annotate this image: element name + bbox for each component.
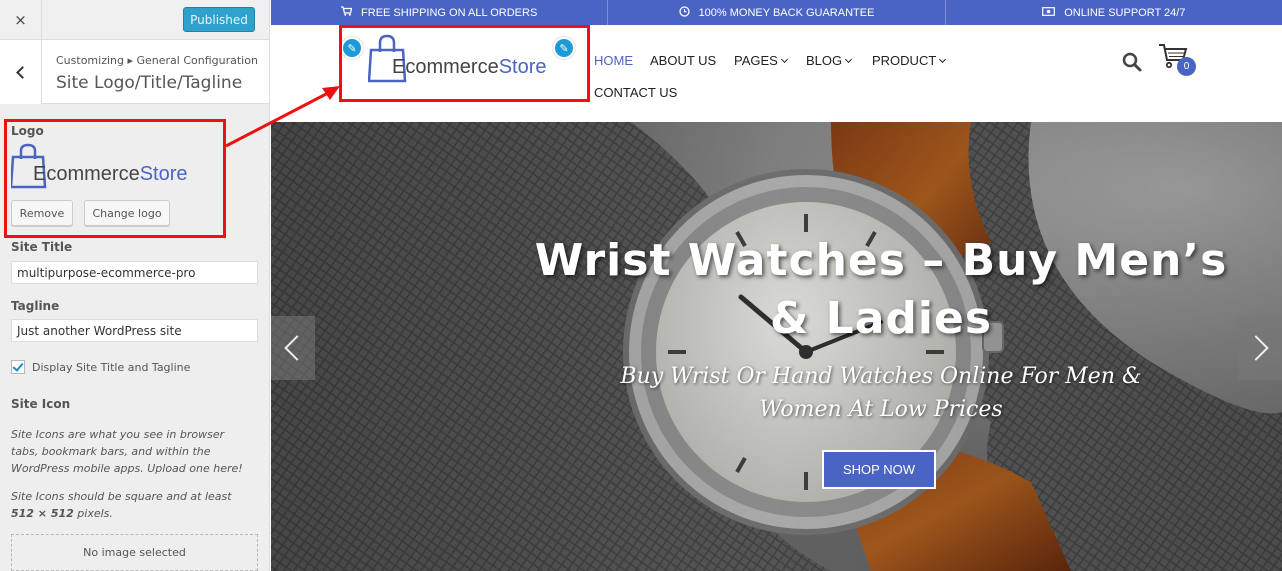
chevron-left-icon [16,65,29,79]
section-title: Site Logo/Title/Tagline [56,73,243,93]
chevron-down-icon [780,55,788,64]
hero-title: Wrist Watches – Buy Men’s & Ladies [534,235,1228,344]
back-button[interactable] [0,40,42,104]
nav-item-home[interactable]: HOME [594,53,633,68]
tagline-input[interactable]: Just another WordPress site [11,319,258,342]
customizer-sidebar: × Published Customizing ▸ General Config… [0,0,270,571]
topbar-item-guarantee: 100% MONEY BACK GUARANTEE [608,0,946,25]
top-info-bar: FREE SHIPPING ON ALL ORDERS 100% MONEY B… [271,0,1282,25]
chevron-down-icon [939,55,947,64]
nav-item-pages[interactable]: PAGES [734,53,788,68]
money-icon [1042,6,1056,19]
slider-prev-button[interactable] [271,316,315,380]
chevron-down-icon [845,55,853,64]
site-icon-label: Site Icon [11,397,71,411]
display-title-label: Display Site Title and Tagline [32,361,191,374]
site-title-input[interactable]: multipurpose-ecommerce-pro [11,261,258,284]
publish-button[interactable]: Published [183,7,255,32]
highlight-box-sidebar-logo [4,119,226,238]
close-customizer-button[interactable]: × [0,0,42,40]
slider-next-button[interactable] [1238,316,1282,380]
site-title-label: Site Title [11,240,73,254]
highlight-box-header-logo [339,25,590,102]
nav-item-product[interactable]: PRODUCT [872,53,947,68]
chevron-right-icon [1243,335,1269,361]
section-header: Customizing ▸ General Configuration Site… [0,40,269,104]
shop-now-button[interactable]: SHOP NOW [822,450,936,489]
close-icon: × [14,11,27,29]
search-icon[interactable] [1122,52,1142,72]
hero-subtitle: Buy Wrist Or Hand Watches Online For Men… [620,364,1142,422]
nav-item-blog[interactable]: BLOG [806,53,853,68]
topbar-item-shipping: FREE SHIPPING ON ALL ORDERS [271,0,609,25]
cart-count-badge: 0 [1177,57,1196,76]
display-title-checkbox[interactable] [11,360,25,374]
checkmark-icon [12,360,24,372]
site-icon-dropzone[interactable]: No image selected [11,534,258,571]
hero-slider: Wrist Watches – Buy Men’s & Ladies Buy W… [271,122,1282,571]
site-icon-size-note: Site Icons should be square and at least… [11,490,232,520]
nav-item-about[interactable]: ABOUT US [650,53,716,68]
chevron-left-icon [284,335,310,361]
cart-icon [341,6,353,19]
breadcrumb: Customizing ▸ General Configuration [56,54,258,67]
nav-item-contact[interactable]: CONTACT US [594,85,677,100]
clock-icon [678,5,690,20]
site-icon-description: Site Icons are what you see in browser t… [11,428,243,475]
tagline-label: Tagline [11,299,60,313]
topbar-item-support: ONLINE SUPPORT 24/7 [946,0,1282,25]
customizer-header: × Published [0,0,269,40]
